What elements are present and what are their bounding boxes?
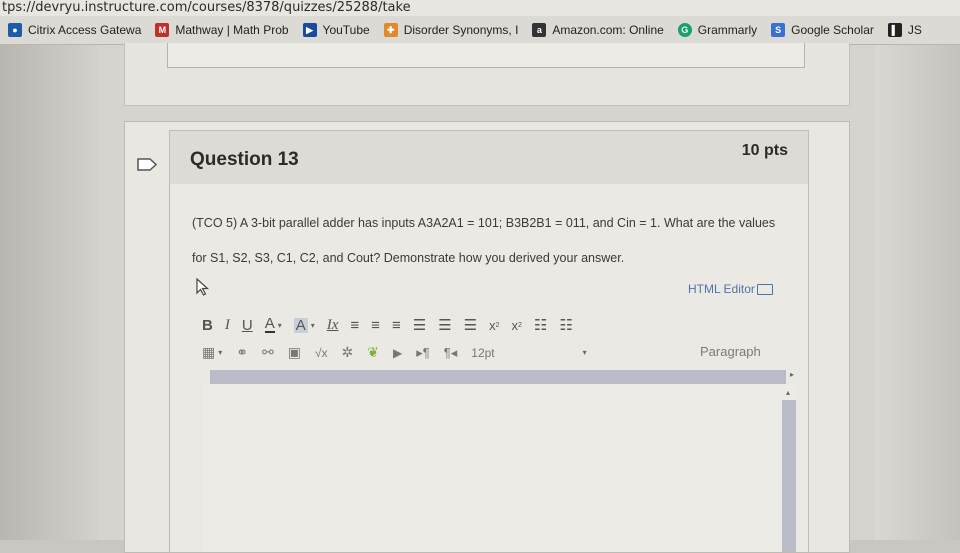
embed-icon[interactable]: ▶ xyxy=(393,346,402,360)
italic-button[interactable]: I xyxy=(225,317,230,334)
font-size-select[interactable]: 12pt ▾ xyxy=(471,346,586,360)
editor-toolbar-row-2: ▦ ▾ ⚭ ⚯ ▣ √x ✲ ❦ ▶ ▸¶ ¶◂ 12pt ▾ xyxy=(202,344,601,361)
bookmark-amazon[interactable]: a Amazon.com: Online xyxy=(532,23,664,37)
google-scholar-icon: S xyxy=(771,23,786,37)
citrix-icon: ● xyxy=(8,23,22,37)
leaf-icon[interactable]: ❦ xyxy=(367,344,379,361)
ltr-paragraph-button[interactable]: ▸¶ xyxy=(416,345,430,361)
bookmark-label: Citrix Access Gatewa xyxy=(28,23,142,37)
bookmark-label: Google Scholar xyxy=(791,23,874,37)
previous-answer-box[interactable] xyxy=(167,43,805,68)
question-points: 10 pts xyxy=(741,142,788,159)
math-equation-icon[interactable]: √x xyxy=(315,346,328,360)
grammarly-icon: G xyxy=(677,23,692,37)
text-color-button[interactable]: A ▾ xyxy=(264,315,282,333)
bookmark-label: Grammarly xyxy=(697,23,758,37)
image-icon[interactable]: ▣ xyxy=(288,344,301,361)
bookmark-google-scholar[interactable]: S Google Scholar xyxy=(771,23,874,37)
outdent-icon[interactable]: ☰ xyxy=(438,316,451,334)
mouse-pointer-icon xyxy=(196,278,210,296)
bookmark-label: YouTube xyxy=(322,23,370,37)
numbered-list-icon[interactable]: ☷ xyxy=(559,316,572,334)
question-header: Question 13 10 pts xyxy=(169,130,809,186)
bookmark-label: JS xyxy=(907,23,922,37)
text-color-icon: A xyxy=(264,315,275,333)
question-text: (TCO 5) A 3-bit parallel adder has input… xyxy=(192,216,776,265)
align-center-icon[interactable]: ≡ xyxy=(371,317,380,334)
page-margin-right xyxy=(875,45,960,540)
background-color-icon: A xyxy=(293,316,308,334)
question-title: Question 13 xyxy=(190,149,299,170)
youtube-icon: ▶ xyxy=(302,23,317,37)
page-margin-left xyxy=(0,45,98,540)
question-card: Question 13 10 pts (TCO 5) A 3-bit paral… xyxy=(124,121,850,553)
bookmarks-bar: ● Citrix Access Gatewa M Mathway | Math … xyxy=(0,16,960,45)
unlink-icon[interactable]: ⚯ xyxy=(262,344,274,361)
link-icon[interactable]: ⚭ xyxy=(236,344,248,361)
underline-button[interactable]: U xyxy=(242,317,253,334)
bookmark-citrix[interactable]: ● Citrix Access Gatewa xyxy=(8,23,141,37)
quiz-page: Question 13 10 pts (TCO 5) A 3-bit paral… xyxy=(0,43,960,553)
bullet-list-icon[interactable]: ☷ xyxy=(534,316,547,334)
superscript-icon[interactable]: x2 xyxy=(489,318,499,333)
bookmark-label: Amazon.com: Online xyxy=(552,23,664,37)
editor-vertical-scrollbar[interactable] xyxy=(782,400,796,552)
media-icon[interactable]: ✲ xyxy=(342,344,354,361)
scroll-right-arrow-icon[interactable]: ▸ xyxy=(790,370,794,379)
align-right-icon[interactable]: ≡ xyxy=(392,317,401,334)
html-editor-link[interactable]: HTML Editor xyxy=(688,282,773,296)
bookmark-mathway[interactable]: M Mathway | Math Prob xyxy=(155,23,289,37)
bookmark-label: Mathway | Math Prob xyxy=(175,23,289,37)
table-button[interactable]: ▦ ▾ xyxy=(202,344,222,361)
rtl-paragraph-button[interactable]: ¶◂ xyxy=(444,345,458,361)
question-body: (TCO 5) A 3-bit parallel adder has input… xyxy=(169,184,809,552)
clear-formatting-button[interactable]: Ix xyxy=(327,317,339,334)
font-size-value: 12pt xyxy=(471,345,495,360)
bookmark-label: Disorder Synonyms, I xyxy=(403,23,519,37)
thesaurus-icon: ✚ xyxy=(383,23,398,37)
bookmark-youtube[interactable]: ▶ YouTube xyxy=(302,23,370,37)
amazon-icon: a xyxy=(532,23,547,37)
answer-editor-area[interactable] xyxy=(202,384,796,552)
align-left-icon[interactable]: ≡ xyxy=(350,317,359,334)
subscript-icon[interactable]: x2 xyxy=(511,318,521,333)
keyboard-icon xyxy=(756,283,773,295)
scroll-up-arrow-icon[interactable]: ▴ xyxy=(786,388,790,397)
mathway-icon: M xyxy=(155,23,170,37)
bookmark-thesaurus[interactable]: ✚ Disorder Synonyms, I xyxy=(383,23,519,37)
background-color-button[interactable]: A ▾ xyxy=(293,316,315,334)
previous-question-card xyxy=(124,43,850,106)
editor-toolbar-row-1: B I U A ▾ A ▾ Ix ≡ ≡ ≡ ☰ ☰ ☰ x2 x2 ☷ ☷ xyxy=(202,316,585,334)
paragraph-format-select[interactable]: Paragraph xyxy=(700,344,761,359)
editor-horizontal-scrollbar[interactable] xyxy=(210,370,786,384)
flag-question-icon[interactable] xyxy=(137,158,157,171)
js-icon: ▌ xyxy=(887,23,902,37)
table-icon: ▦ xyxy=(202,344,216,360)
bold-button[interactable]: B xyxy=(202,317,213,334)
bookmark-js[interactable]: ▌ JS xyxy=(887,23,922,37)
indent-icon[interactable]: ☰ xyxy=(464,316,477,334)
bookmark-grammarly[interactable]: G Grammarly xyxy=(677,23,758,37)
address-bar[interactable]: tps://devryu.instructure.com/courses/837… xyxy=(0,0,960,16)
justify-icon[interactable]: ☰ xyxy=(413,316,426,334)
html-editor-label: HTML Editor xyxy=(688,282,755,296)
